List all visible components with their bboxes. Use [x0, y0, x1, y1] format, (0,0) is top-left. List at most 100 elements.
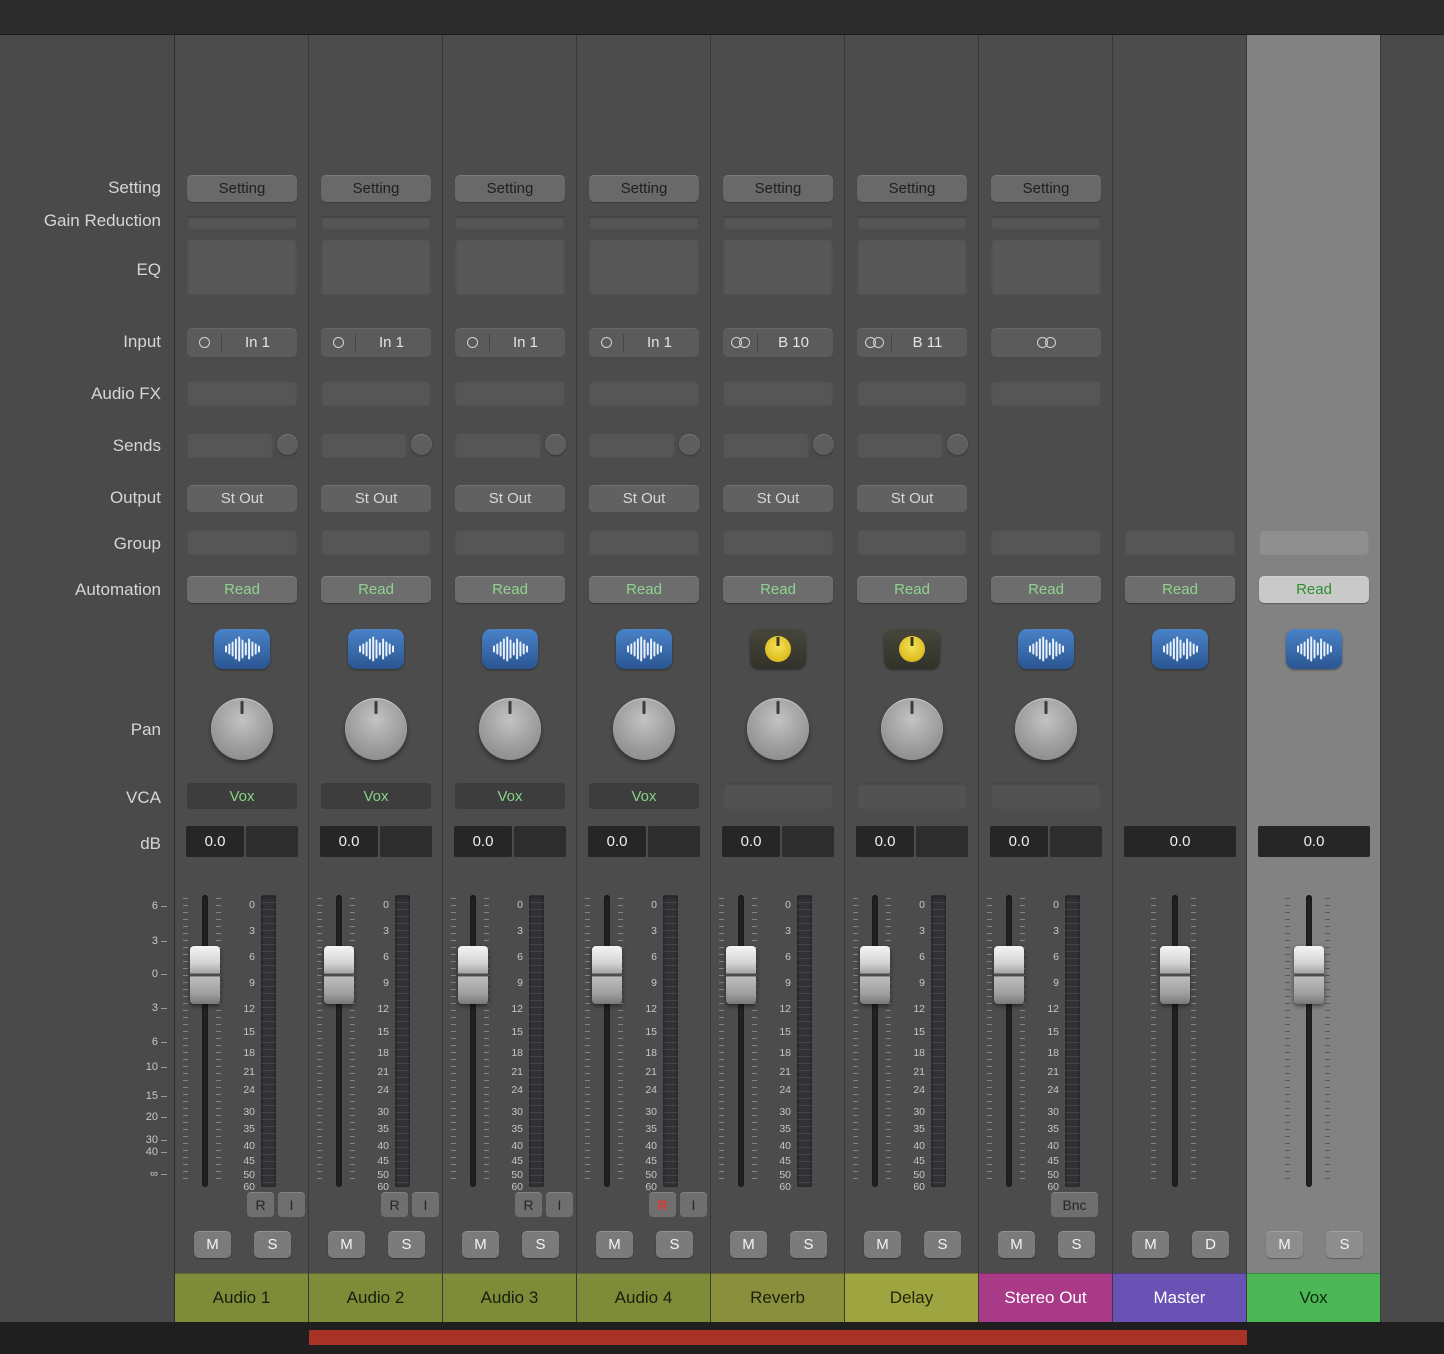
mute-button[interactable]: M [864, 1231, 901, 1258]
output-button[interactable]: St Out [321, 485, 431, 512]
fader-cap[interactable] [860, 946, 890, 1004]
pan-knob[interactable] [613, 698, 675, 760]
input-button[interactable] [991, 328, 1101, 357]
audio-fx-slot[interactable] [857, 380, 967, 406]
group-slot[interactable] [991, 529, 1101, 555]
send-level-knob[interactable] [947, 434, 968, 455]
pan-knob[interactable] [211, 698, 273, 760]
eq-display[interactable] [321, 238, 431, 295]
vca-slot-empty[interactable] [857, 783, 967, 809]
output-button[interactable]: St Out [857, 485, 967, 512]
record-enable-button[interactable]: R [649, 1192, 676, 1217]
channel-setting-button[interactable]: Setting [857, 175, 967, 202]
plugin-knob-track-icon[interactable] [750, 629, 806, 669]
audio-fx-slot[interactable] [321, 380, 431, 406]
mute-button[interactable]: M [328, 1231, 365, 1258]
input-button[interactable]: B 10 [723, 328, 833, 357]
output-button[interactable]: St Out [589, 485, 699, 512]
channel-setting-button[interactable]: Setting [723, 175, 833, 202]
sends-slot[interactable] [723, 432, 809, 458]
plugin-knob-track-icon[interactable] [884, 629, 940, 669]
waveform-track-icon[interactable] [482, 629, 538, 669]
volume-db-display[interactable]: 0.0 [454, 826, 512, 857]
audio-fx-slot[interactable] [187, 380, 297, 406]
group-slot[interactable] [187, 529, 297, 555]
input-monitor-button[interactable]: I [412, 1192, 439, 1217]
eq-display[interactable] [455, 238, 565, 295]
volume-db-display[interactable]: 0.0 [1124, 826, 1236, 857]
input-monitor-button[interactable]: I [278, 1192, 305, 1217]
volume-db-display[interactable]: 0.0 [722, 826, 780, 857]
waveform-track-icon[interactable] [214, 629, 270, 669]
automation-mode-button[interactable]: Read [589, 576, 699, 603]
fader-cap[interactable] [324, 946, 354, 1004]
record-enable-button[interactable]: R [381, 1192, 408, 1217]
sends-slot[interactable] [455, 432, 541, 458]
pan-knob[interactable] [747, 698, 809, 760]
audio-fx-slot[interactable] [455, 380, 565, 406]
solo-button[interactable]: S [254, 1231, 291, 1258]
group-slot[interactable] [455, 529, 565, 555]
volume-db-display[interactable]: 0.0 [1258, 826, 1370, 857]
pan-knob[interactable] [345, 698, 407, 760]
mute-button[interactable]: M [730, 1231, 767, 1258]
solo-button[interactable]: S [790, 1231, 827, 1258]
mute-button[interactable]: M [194, 1231, 231, 1258]
eq-display[interactable] [857, 238, 967, 295]
track-name[interactable]: Audio 2 [309, 1273, 442, 1322]
group-slot[interactable] [1259, 529, 1369, 555]
channel-setting-button[interactable]: Setting [589, 175, 699, 202]
vca-slot-empty[interactable] [991, 783, 1101, 809]
record-enable-button[interactable]: R [247, 1192, 274, 1217]
track-name[interactable]: Audio 1 [175, 1273, 308, 1322]
solo-button[interactable]: S [1058, 1231, 1095, 1258]
mute-button[interactable]: M [596, 1231, 633, 1258]
mute-button[interactable]: M [1266, 1231, 1303, 1258]
eq-display[interactable] [589, 238, 699, 295]
mute-button[interactable]: M [998, 1231, 1035, 1258]
input-button[interactable]: In 1 [187, 328, 297, 357]
input-monitor-button[interactable]: I [680, 1192, 707, 1217]
waveform-track-icon[interactable] [1018, 629, 1074, 669]
audio-fx-slot[interactable] [589, 380, 699, 406]
fader-cap[interactable] [458, 946, 488, 1004]
vca-assignment[interactable]: Vox [589, 783, 699, 809]
track-name[interactable]: Audio 4 [577, 1273, 710, 1322]
waveform-track-icon[interactable] [348, 629, 404, 669]
track-name[interactable]: Delay [845, 1273, 978, 1322]
send-level-knob[interactable] [679, 434, 700, 455]
group-slot[interactable] [1125, 529, 1235, 555]
channel-setting-button[interactable]: Setting [187, 175, 297, 202]
sends-slot[interactable] [589, 432, 675, 458]
track-name[interactable]: Reverb [711, 1273, 844, 1322]
vca-assignment[interactable]: Vox [187, 783, 297, 809]
send-level-knob[interactable] [411, 434, 432, 455]
vca-slot-empty[interactable] [723, 783, 833, 809]
output-button[interactable]: St Out [455, 485, 565, 512]
volume-db-display[interactable]: 0.0 [588, 826, 646, 857]
sends-slot[interactable] [187, 432, 273, 458]
waveform-track-icon[interactable] [1152, 629, 1208, 669]
solo-button[interactable]: S [522, 1231, 559, 1258]
output-button[interactable]: St Out [723, 485, 833, 512]
automation-mode-button[interactable]: Read [1259, 576, 1369, 603]
solo-button[interactable]: S [388, 1231, 425, 1258]
send-level-knob[interactable] [545, 434, 566, 455]
sends-slot[interactable] [857, 432, 943, 458]
pan-knob[interactable] [881, 698, 943, 760]
dim-button[interactable]: D [1192, 1231, 1229, 1258]
group-slot[interactable] [723, 529, 833, 555]
channel-setting-button[interactable]: Setting [455, 175, 565, 202]
solo-button[interactable]: S [1326, 1231, 1363, 1258]
volume-db-display[interactable]: 0.0 [990, 826, 1048, 857]
volume-db-display[interactable]: 0.0 [320, 826, 378, 857]
output-button[interactable]: St Out [187, 485, 297, 512]
mute-button[interactable]: M [462, 1231, 499, 1258]
track-name[interactable]: Audio 3 [443, 1273, 576, 1322]
waveform-track-icon[interactable] [1286, 629, 1342, 669]
group-slot[interactable] [857, 529, 967, 555]
group-slot[interactable] [321, 529, 431, 555]
pan-knob[interactable] [479, 698, 541, 760]
fader-cap[interactable] [726, 946, 756, 1004]
track-name[interactable]: Vox [1247, 1273, 1380, 1322]
